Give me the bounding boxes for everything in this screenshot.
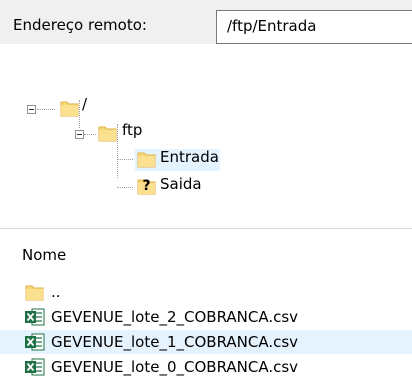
remote-directory-tree: / ftp Entrada ? Saida: [0, 44, 412, 228]
folder-icon: [25, 283, 44, 302]
excel-csv-icon: [25, 333, 45, 351]
file-name: ..: [51, 283, 61, 301]
list-item[interactable]: GEVENUE_lote_1_COBRANCA.csv: [0, 330, 412, 354]
tree-connector: [117, 124, 118, 178]
remote-address-bar: Endereço remoto: /ftp/Entrada: [0, 0, 412, 44]
remote-path-input[interactable]: /ftp/Entrada: [216, 10, 412, 44]
file-name: GEVENUE_lote_1_COBRANCA.csv: [51, 333, 299, 351]
tree-collapse-toggle-root[interactable]: [27, 105, 36, 114]
list-item[interactable]: GEVENUE_lote_2_COBRANCA.csv: [0, 305, 412, 329]
folder-icon: [60, 99, 79, 118]
list-item[interactable]: GEVENUE_lote_0_COBRANCA.csv: [0, 355, 412, 379]
folder-icon: [98, 124, 117, 143]
column-header-name[interactable]: Nome: [22, 246, 66, 264]
tree-node-saida-label[interactable]: Saida: [160, 175, 202, 193]
folder-icon: [137, 150, 156, 169]
tree-connector: [117, 187, 133, 188]
tree-connector: [84, 134, 96, 135]
remote-address-label: Endereço remoto:: [13, 16, 147, 34]
folder-unknown-icon: ?: [137, 177, 156, 196]
tree-connector: [37, 109, 55, 110]
tree-collapse-toggle-ftp[interactable]: [75, 130, 84, 139]
file-name: GEVENUE_lote_0_COBRANCA.csv: [51, 358, 299, 376]
tree-node-entrada-label[interactable]: Entrada: [160, 148, 219, 166]
list-item[interactable]: ..: [0, 280, 412, 304]
tree-connector: [79, 100, 80, 128]
tree-node-root-label[interactable]: /: [82, 95, 87, 113]
file-name: GEVENUE_lote_2_COBRANCA.csv: [51, 308, 299, 326]
excel-csv-icon: [25, 308, 45, 326]
tree-connector: [117, 159, 133, 160]
excel-csv-icon: [25, 358, 45, 376]
tree-node-ftp-label[interactable]: ftp: [122, 121, 142, 139]
unknown-badge: ?: [142, 178, 151, 194]
pane-divider[interactable]: [0, 228, 412, 229]
